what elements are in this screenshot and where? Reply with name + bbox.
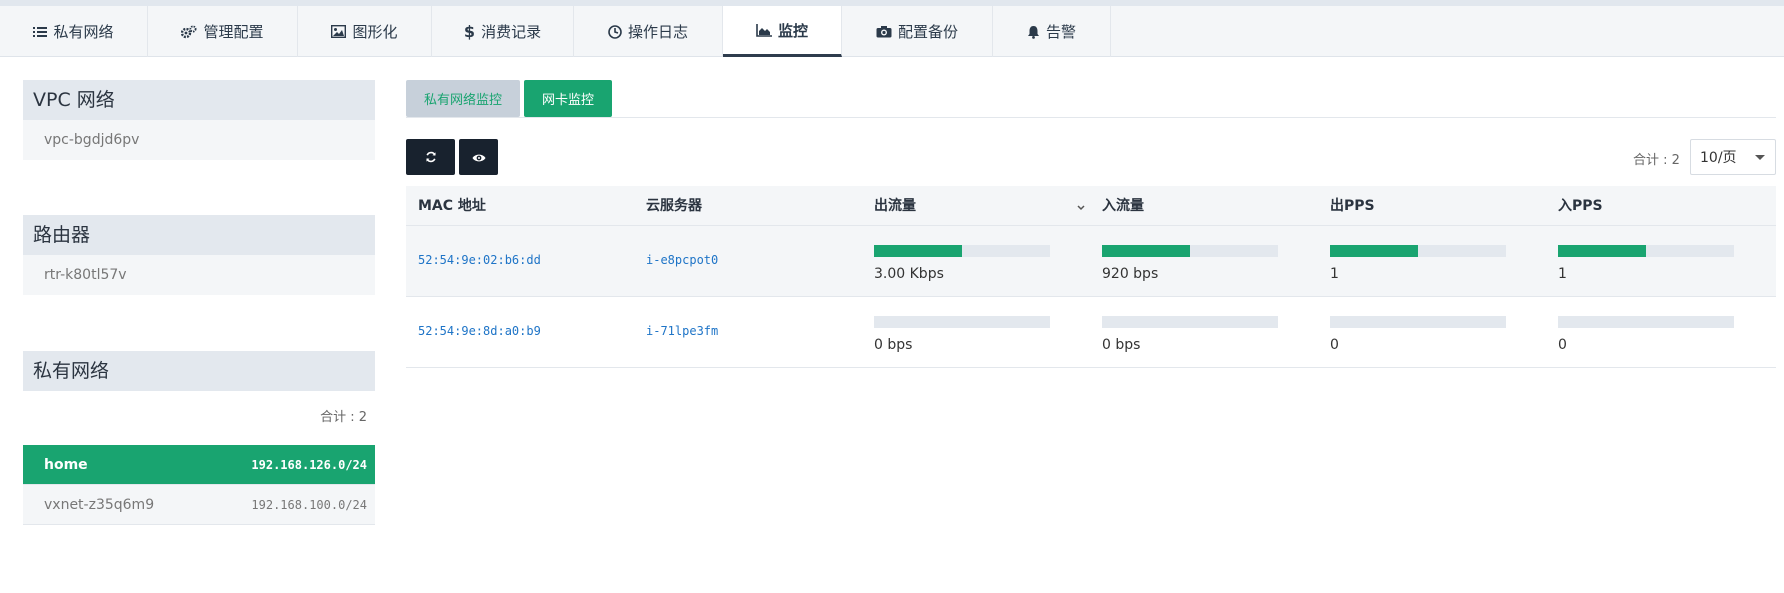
eye-icon	[472, 148, 486, 167]
refresh-button[interactable]	[406, 139, 455, 175]
col-tx-pps: 出PPS	[1330, 198, 1375, 214]
tab-vxnet[interactable]: 私有网络	[0, 6, 148, 57]
page-size-value: 10/页	[1700, 150, 1737, 166]
bell-icon	[1027, 25, 1040, 39]
dollar-icon: $	[463, 22, 476, 41]
tx-pps-bar-fill	[1330, 245, 1418, 257]
chevron-down-icon	[1755, 155, 1765, 160]
vxnet-count: 合计 : 2	[320, 410, 367, 425]
tab-operation-log[interactable]: 操作日志	[574, 6, 723, 57]
tab-label: 图形化	[352, 23, 398, 41]
tx-pps-value: 1	[1330, 266, 1339, 282]
rx-pps-value: 1	[1558, 266, 1567, 282]
rx-bar	[1102, 316, 1278, 328]
vxnet-name: vxnet-z35q6m9	[44, 496, 155, 513]
tx-value: 0 bps	[874, 337, 913, 353]
tab-label: 监控	[777, 21, 808, 40]
main-tabs: 私有网络 管理配置 图形化 $ 消费记录 操作日志 监控 配置备份 告警	[0, 6, 1784, 57]
tx-pps-bar	[1330, 245, 1506, 257]
mac-link[interactable]: 52:54:9e:02:b6:dd	[418, 253, 541, 267]
tx-pps-bar	[1330, 316, 1506, 328]
mac-link[interactable]: 52:54:9e:8d:a0:b9	[418, 324, 541, 338]
total-count: 合计 : 2	[1633, 153, 1680, 168]
server-link[interactable]: i-e8pcpot0	[646, 253, 718, 267]
rx-value: 0 bps	[1102, 337, 1141, 353]
list-icon	[33, 26, 48, 38]
tab-label: 消费记录	[481, 23, 542, 41]
nic-monitor-table: MAC 地址 云服务器 出流量 入流量 出PPS 入PPS 52:54:9e:0…	[406, 186, 1776, 368]
refresh-icon	[425, 148, 437, 167]
vxnet-item-home[interactable]: home 192.168.126.0/24	[23, 445, 375, 485]
image-icon	[331, 25, 347, 38]
tab-label: 操作日志	[627, 23, 688, 41]
table-row: 52:54:9e:02:b6:dd i-e8pcpot0 3.00 Kbps 9…	[406, 226, 1776, 297]
tab-label: 私有网络	[53, 23, 114, 41]
rx-pps-bar	[1558, 316, 1734, 328]
vpc-panel: VPC 网络 vpc-bgdjd6pv	[23, 80, 375, 160]
rx-bar	[1102, 245, 1278, 257]
vxnet-item-z35q6m9[interactable]: vxnet-z35q6m9 192.168.100.0/24	[23, 485, 375, 525]
rx-bar-fill	[1102, 245, 1190, 257]
router-id: rtr-k80tl57v	[23, 255, 375, 295]
subtab-vxnet-monitor[interactable]: 私有网络监控	[406, 80, 520, 117]
table-header: MAC 地址 云服务器 出流量 入流量 出PPS 入PPS	[406, 186, 1776, 226]
col-tx[interactable]: 出流量	[874, 186, 916, 226]
col-rx-pps: 入PPS	[1558, 198, 1603, 214]
tab-label: 管理配置	[203, 23, 264, 41]
tab-graph[interactable]: 图形化	[298, 6, 432, 57]
col-rx: 入流量	[1102, 198, 1144, 214]
vxnet-cidr: 192.168.126.0/24	[251, 457, 367, 472]
tab-label: 告警	[1045, 23, 1076, 41]
vxnet-name: home	[44, 456, 88, 473]
area-chart-icon	[756, 23, 772, 37]
tx-value: 3.00 Kbps	[874, 266, 944, 282]
col-server: 云服务器	[646, 198, 702, 214]
router-panel: 路由器 rtr-k80tl57v	[23, 215, 375, 295]
vpc-id: vpc-bgdjd6pv	[23, 120, 375, 160]
tab-config-backup[interactable]: 配置备份	[842, 6, 993, 57]
sort-chevron-icon[interactable]	[1076, 198, 1086, 217]
rx-value: 920 bps	[1102, 266, 1159, 282]
tx-bar	[874, 245, 1050, 257]
rx-pps-value: 0	[1558, 337, 1567, 353]
page-size-select[interactable]: 10/页	[1690, 139, 1776, 175]
tab-billing[interactable]: $ 消费记录	[432, 6, 574, 57]
table-row: 52:54:9e:8d:a0:b9 i-71lpe3fm 0 bps 0 bps…	[406, 297, 1776, 368]
tx-bar	[874, 316, 1050, 328]
clock-icon	[608, 24, 622, 39]
vxnet-panel-title: 私有网络	[23, 351, 375, 391]
gears-icon	[181, 25, 197, 39]
tab-label: 配置备份	[897, 23, 958, 41]
tx-pps-value: 0	[1330, 337, 1339, 353]
tab-alarm[interactable]: 告警	[993, 6, 1111, 57]
col-mac: MAC 地址	[418, 198, 486, 214]
tab-manage-config[interactable]: 管理配置	[148, 6, 298, 57]
server-link[interactable]: i-71lpe3fm	[646, 324, 718, 338]
vpc-panel-title: VPC 网络	[23, 80, 375, 120]
rx-pps-bar-fill	[1558, 245, 1646, 257]
vxnet-cidr: 192.168.100.0/24	[251, 497, 367, 512]
router-panel-title: 路由器	[23, 215, 375, 255]
view-button[interactable]	[459, 139, 498, 175]
rx-pps-bar	[1558, 245, 1734, 257]
vxnet-panel: 私有网络 合计 : 2 home 192.168.126.0/24 vxnet-…	[23, 351, 375, 525]
tx-bar-fill	[874, 245, 962, 257]
tab-monitor[interactable]: 监控	[723, 6, 842, 57]
camera-icon	[876, 25, 892, 38]
subtab-nic-monitor[interactable]: 网卡监控	[524, 80, 612, 117]
monitor-subtabs: 私有网络监控 网卡监控	[406, 80, 1776, 118]
